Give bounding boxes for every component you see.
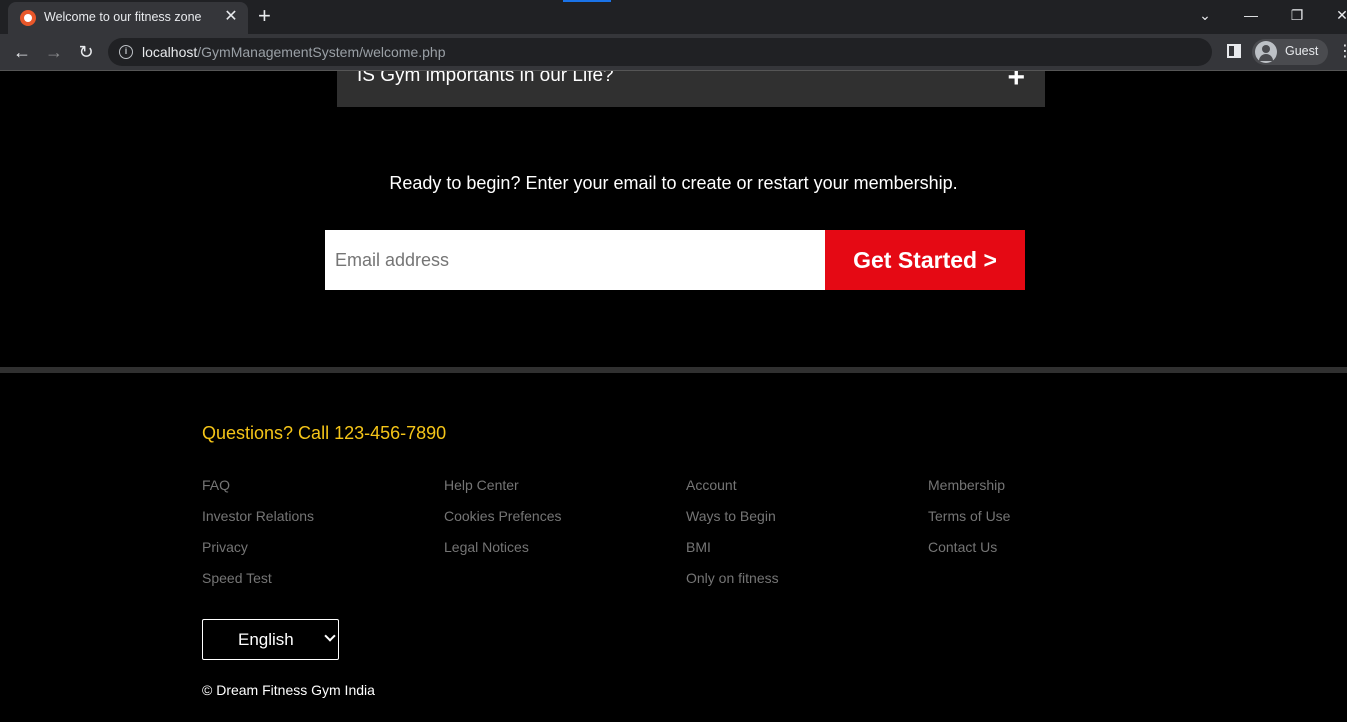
back-arrow-icon[interactable]: ← <box>10 40 34 64</box>
profile-button[interactable]: Guest <box>1252 39 1328 65</box>
profile-label: Guest <box>1285 44 1319 58</box>
tab-strip-indicator <box>563 0 611 2</box>
url-text: localhost/GymManagementSystem/welcome.ph… <box>142 44 445 60</box>
footer-link-bmi[interactable]: BMI <box>686 539 711 555</box>
tab-search-icon[interactable]: ⌄ <box>1190 5 1220 25</box>
footer-link-faq[interactable]: FAQ <box>202 477 230 493</box>
section-divider <box>0 367 1347 373</box>
footer-link-privacy[interactable]: Privacy <box>202 539 248 555</box>
browser-menu-icon[interactable]: ⋮ <box>1337 42 1347 62</box>
footer-link-membership[interactable]: Membership <box>928 477 1005 493</box>
footer-link-cookies-preferences[interactable]: Cookies Prefences <box>444 508 562 524</box>
new-tab-icon[interactable]: + <box>258 5 271 27</box>
footer-link-speed-test[interactable]: Speed Test <box>202 570 272 586</box>
window-close-icon[interactable]: ✕ <box>1327 5 1347 25</box>
footer-link-account[interactable]: Account <box>686 477 737 493</box>
forward-arrow-icon[interactable]: → <box>42 40 66 64</box>
copyright-text: © Dream Fitness Gym India <box>202 682 375 698</box>
tab-title: Welcome to our fitness zone <box>44 10 202 24</box>
cta-text: Ready to begin? Enter your email to crea… <box>389 173 958 193</box>
language-selected: English <box>238 630 294 649</box>
side-panel-icon[interactable] <box>1227 44 1241 58</box>
email-input[interactable] <box>325 230 825 290</box>
tab-close-icon[interactable]: ✕ <box>222 8 240 26</box>
chevron-down-icon <box>324 630 336 642</box>
url-path: /GymManagementSystem/welcome.php <box>197 44 446 60</box>
footer-link-help-center[interactable]: Help Center <box>444 477 519 493</box>
url-host: localhost <box>142 44 198 60</box>
address-bar[interactable]: i localhost/GymManagementSystem/welcome.… <box>108 38 1212 66</box>
guest-avatar-icon <box>1255 41 1277 63</box>
get-started-button[interactable]: Get Started > <box>825 230 1025 290</box>
reload-icon[interactable]: ↻ <box>74 40 98 64</box>
faq-question: IS Gym importants in our Life? <box>357 71 614 86</box>
browser-toolbar: ← → ↻ i localhost/GymManagementSystem/we… <box>0 34 1347 71</box>
footer-link-contact-us[interactable]: Contact Us <box>928 539 997 555</box>
footer-link-only-on-fitness[interactable]: Only on fitness <box>686 570 779 586</box>
restore-icon[interactable]: ❐ <box>1282 5 1312 25</box>
browser-tab[interactable]: Welcome to our fitness zone ✕ <box>8 2 248 34</box>
minimize-icon[interactable]: — <box>1236 5 1266 25</box>
footer-questions-call: Questions? Call 123-456-7890 <box>202 423 447 443</box>
footer-link-legal-notices[interactable]: Legal Notices <box>444 539 529 555</box>
faq-expand-icon[interactable]: + <box>1007 71 1025 93</box>
footer-link-ways-to-begin[interactable]: Ways to Begin <box>686 508 776 524</box>
faq-item[interactable]: IS Gym importants in our Life? + <box>337 71 1045 107</box>
site-favicon-icon <box>20 10 36 26</box>
footer-link-terms-of-use[interactable]: Terms of Use <box>928 508 1010 524</box>
language-select[interactable]: English <box>202 619 339 660</box>
footer-link-investor-relations[interactable]: Investor Relations <box>202 508 314 524</box>
site-info-icon[interactable]: i <box>119 45 133 59</box>
browser-tab-bar: Welcome to our fitness zone ✕ + ⌄ — ❐ ✕ <box>0 0 1347 34</box>
